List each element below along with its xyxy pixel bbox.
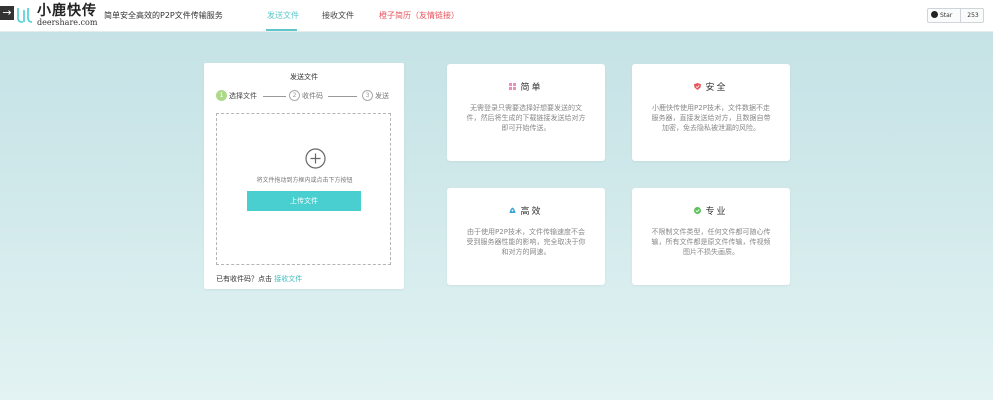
step-connector xyxy=(328,96,357,97)
receive-code-hint: 已有收件码？点击 接收文件 xyxy=(216,275,302,284)
feature-title: 专业 xyxy=(632,206,790,218)
check-circle-icon xyxy=(694,207,702,214)
rocket-icon xyxy=(509,207,516,213)
feature-description: 无需登录只需要选择好想要发送的文件，然后将生成的下载链接发送给对方即可开始传送。 xyxy=(466,104,586,132)
add-file-icon[interactable] xyxy=(305,148,326,169)
feature-title: 安全 xyxy=(632,82,790,94)
github-star-label: Star xyxy=(940,12,953,19)
active-tab-indicator xyxy=(266,29,297,31)
github-star-count[interactable]: 253 xyxy=(962,9,984,22)
step-number: 1 xyxy=(216,90,227,101)
top-header: → 小鹿快传 deershare.com 简单安全高效的P2P文件传输服务 发送… xyxy=(0,0,993,32)
deer-logo-icon xyxy=(17,8,33,23)
feature-card-secure: 安全 小鹿快传使用P2P技术，文件数据不走服务器，直接发送给对方，且数据自带加密… xyxy=(632,64,790,161)
nav-send-files[interactable]: 发送文件 xyxy=(267,10,299,22)
receive-file-link[interactable]: 接收文件 xyxy=(274,275,302,283)
feature-description: 小鹿快传使用P2P技术，文件数据不走服务器，直接发送给对方，且数据自带加密，免去… xyxy=(651,104,771,132)
send-file-panel: 发送文件 1 选择文件 2 收件码 3 发送 将文件拖动到方框内或点击下方按钮 上传文… xyxy=(204,63,404,289)
nav-resume-link[interactable]: 橙子简历（友情链接） xyxy=(379,10,459,22)
feature-title-text: 简单 xyxy=(520,83,543,93)
nav-receive-files[interactable]: 接收文件 xyxy=(322,10,354,22)
slogan: 简单安全高效的P2P文件传输服务 xyxy=(104,11,223,20)
github-icon xyxy=(931,11,938,18)
github-star-button[interactable]: Star xyxy=(928,9,961,22)
step-receive-code: 2 收件码 xyxy=(289,90,323,102)
feature-card-simple: 简单 无需登录只需要选择好想要发送的文件，然后将生成的下载链接发送给对方即可开始… xyxy=(447,64,605,161)
panel-title: 发送文件 xyxy=(290,73,318,81)
logo-title[interactable]: 小鹿快传 xyxy=(37,3,97,19)
feature-description: 不限制文件类型，任何文件都可随心传输，所有文件都是原文件传输，传视频图片不损失画… xyxy=(651,228,771,256)
feature-card-pro: 专业 不限制文件类型，任何文件都可随心传输，所有文件都是原文件传输，传视频图片不… xyxy=(632,188,790,285)
feature-title: 高效 xyxy=(447,206,605,218)
feature-title: 简单 xyxy=(447,82,605,94)
receive-code-text: 已有收件码？点击 xyxy=(216,275,272,283)
feature-description: 由于使用P2P技术，文件传输速度不会受到服务器性能的影响，完全取决于你和对方的网… xyxy=(466,228,586,256)
logo-domain: deershare.com xyxy=(37,18,98,27)
upload-file-button[interactable]: 上传文件 xyxy=(247,191,361,211)
shield-icon xyxy=(694,83,702,90)
step-label: 收件码 xyxy=(302,92,323,100)
arrow-icon: → xyxy=(0,6,14,20)
step-number: 3 xyxy=(362,90,373,101)
step-number: 2 xyxy=(289,90,300,101)
feature-card-fast: 高效 由于使用P2P技术，文件传输速度不会受到服务器性能的影响，完全取决于你和对… xyxy=(447,188,605,285)
step-send: 3 发送 xyxy=(362,90,389,102)
step-label: 选择文件 xyxy=(229,92,257,100)
step-label: 发送 xyxy=(375,92,389,100)
feature-title-text: 高效 xyxy=(520,207,543,217)
feature-title-text: 安全 xyxy=(705,83,728,93)
grid-icon xyxy=(509,83,517,90)
step-connector xyxy=(263,96,286,97)
github-star-widget[interactable]: Star 253 xyxy=(927,8,984,23)
step-select-file: 1 选择文件 xyxy=(216,90,257,102)
drop-hint: 将文件拖动到方框内或点击下方按钮 xyxy=(256,177,353,184)
file-drop-zone[interactable]: 将文件拖动到方框内或点击下方按钮 上传文件 xyxy=(216,113,391,265)
feature-title-text: 专业 xyxy=(705,207,728,217)
